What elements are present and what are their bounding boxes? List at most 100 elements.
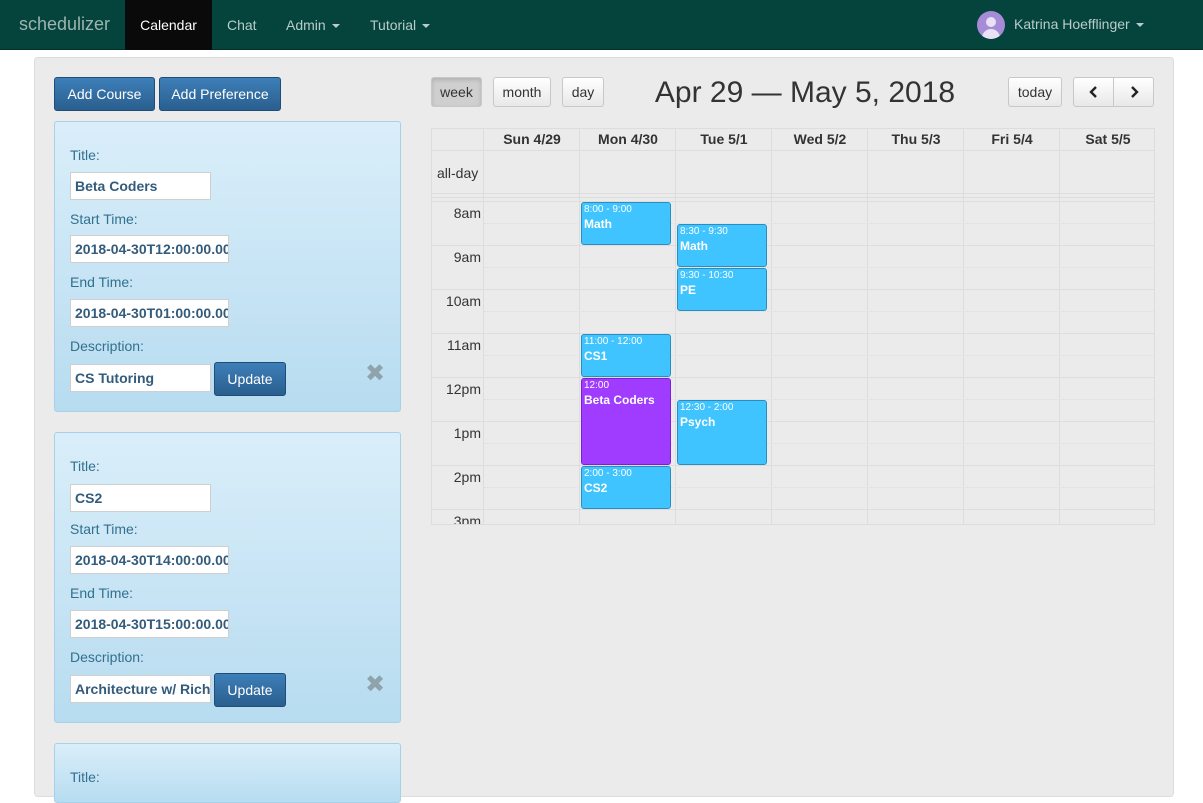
user-menu[interactable]: Katrina Hoefflinger bbox=[1014, 0, 1144, 50]
nav-chat[interactable]: Chat bbox=[227, 0, 257, 50]
half-hour-line bbox=[484, 267, 1154, 268]
avatar-head bbox=[986, 17, 996, 27]
chevron-left-icon[interactable] bbox=[1073, 77, 1114, 107]
brand-logo[interactable]: schedulizer bbox=[19, 14, 110, 35]
day-header: Sat 5/5 bbox=[1085, 131, 1131, 147]
nav-calendar[interactable]: Calendar bbox=[125, 0, 212, 50]
title-label: Title: bbox=[70, 147, 100, 163]
start-time-label: Start Time: bbox=[70, 211, 138, 227]
today-button[interactable]: today bbox=[1008, 77, 1062, 107]
grid-line bbox=[432, 197, 1154, 198]
event-title: Beta Coders bbox=[584, 393, 655, 407]
all-day-label: all-day bbox=[437, 165, 479, 181]
end-time-input[interactable]: 2018-04-30T15:00:00.000 bbox=[70, 610, 229, 638]
event-title: Psych bbox=[680, 415, 716, 429]
title-input[interactable]: Beta Coders bbox=[70, 172, 211, 200]
time-label: 3pm bbox=[453, 513, 481, 525]
grid-line bbox=[432, 193, 1154, 194]
start-time-input[interactable]: 2018-04-30T14:00:00.000 bbox=[70, 546, 229, 574]
hour-line bbox=[432, 333, 1154, 334]
grid-line bbox=[432, 150, 1154, 151]
start-time-input[interactable]: 2018-04-30T12:00:00.000 bbox=[70, 235, 229, 263]
event-title: PE bbox=[680, 283, 697, 297]
time-label: 9am bbox=[453, 249, 481, 265]
time-label: 12pm bbox=[445, 381, 481, 397]
end-time-input[interactable]: 2018-04-30T01:00:00.000 bbox=[70, 299, 229, 327]
update-button[interactable]: Update bbox=[214, 362, 286, 396]
view-day-button[interactable]: day bbox=[562, 77, 604, 107]
hour-line bbox=[432, 465, 1154, 466]
calendar-title: Apr 29 — May 5, 2018 bbox=[654, 76, 956, 109]
nav-tutorial-label: Tutorial bbox=[370, 17, 417, 33]
event-time: 9:30 - 10:30 bbox=[680, 270, 734, 281]
time-label: 2pm bbox=[453, 469, 481, 485]
event-title: Math bbox=[584, 217, 612, 231]
caret-down-icon bbox=[1135, 23, 1144, 28]
nav-admin-label: Admin bbox=[286, 17, 326, 33]
top-navbar: schedulizer Calendar Chat Admin Tutorial… bbox=[0, 0, 1203, 50]
calendar-event[interactable]: 9:30 - 10:30 PE bbox=[677, 268, 767, 311]
event-time: 12:30 - 2:00 bbox=[680, 402, 734, 413]
week-calendar-grid: all-day Sun 4/29 Mon 4/30 Tue 5/1 Wed 5/2 Th… bbox=[431, 128, 1155, 525]
calendar-event[interactable]: 11:00 - 12:00 CS1 bbox=[581, 334, 671, 377]
day-header: Sun 4/29 bbox=[503, 131, 561, 147]
time-label: 10am bbox=[445, 293, 481, 309]
user-name: Katrina Hoefflinger bbox=[1014, 16, 1130, 32]
calendar-event[interactable]: 12:00 Beta Coders bbox=[581, 378, 671, 465]
day-header: Fri 5/4 bbox=[991, 131, 1033, 147]
day-header: Mon 4/30 bbox=[598, 131, 658, 147]
day-header: Thu 5/3 bbox=[891, 131, 941, 147]
description-label: Description: bbox=[70, 649, 144, 665]
description-input[interactable]: Architecture w/ Rich bbox=[70, 675, 211, 703]
hour-line bbox=[432, 421, 1154, 422]
close-icon[interactable]: ✖ bbox=[364, 673, 386, 697]
add-course-button[interactable]: Add Course bbox=[54, 77, 155, 111]
hour-line bbox=[432, 201, 1154, 202]
time-label: 1pm bbox=[453, 425, 481, 441]
preference-card: Title: Beta Coders Start Time: 2018-04-3… bbox=[54, 121, 401, 412]
end-time-label: End Time: bbox=[70, 585, 134, 601]
event-title: Math bbox=[680, 239, 708, 253]
start-time-label: Start Time: bbox=[70, 521, 138, 537]
hour-line bbox=[432, 377, 1154, 378]
view-week-button[interactable]: week bbox=[431, 77, 482, 107]
caret-down-icon bbox=[422, 24, 431, 29]
calendar-event[interactable]: 12:30 - 2:00 Psych bbox=[677, 400, 767, 465]
event-time: 12:00 bbox=[584, 380, 610, 391]
event-title: CS2 bbox=[584, 481, 608, 495]
time-label: 8am bbox=[453, 205, 481, 221]
preference-card: Title: bbox=[54, 743, 401, 803]
add-preference-button[interactable]: Add Preference bbox=[159, 77, 281, 111]
title-input[interactable]: CS2 bbox=[70, 484, 211, 512]
calendar-event[interactable]: 8:30 - 9:30 Math bbox=[677, 224, 767, 267]
event-title: CS1 bbox=[584, 349, 608, 363]
nav-tutorial[interactable]: Tutorial bbox=[370, 0, 431, 50]
caret-down-icon bbox=[331, 24, 340, 29]
hour-line bbox=[432, 245, 1154, 246]
calendar-event[interactable]: 2:00 - 3:00 CS2 bbox=[581, 466, 671, 509]
preference-card: Title: CS2 Start Time: 2018-04-30T14:00:… bbox=[54, 432, 401, 723]
hour-line bbox=[432, 289, 1154, 290]
event-time: 2:00 - 3:00 bbox=[584, 468, 632, 479]
update-button[interactable]: Update bbox=[214, 673, 286, 707]
event-time: 8:00 - 9:00 bbox=[584, 204, 632, 215]
view-month-button[interactable]: month bbox=[493, 77, 551, 107]
chevron-right-icon[interactable] bbox=[1113, 77, 1154, 107]
half-hour-line bbox=[484, 311, 1154, 312]
title-label: Title: bbox=[70, 769, 100, 785]
description-label: Description: bbox=[70, 338, 144, 354]
day-header: Tue 5/1 bbox=[700, 131, 748, 147]
description-input[interactable]: CS Tutoring bbox=[70, 364, 211, 392]
title-label: Title: bbox=[70, 458, 100, 474]
event-time: 11:00 - 12:00 bbox=[584, 336, 643, 347]
end-time-label: End Time: bbox=[70, 274, 134, 290]
day-header: Wed 5/2 bbox=[793, 131, 847, 147]
time-label: 11am bbox=[447, 337, 481, 353]
event-time: 8:30 - 9:30 bbox=[680, 226, 728, 237]
calendar-event[interactable]: 8:00 - 9:00 Math bbox=[581, 202, 671, 245]
hour-line bbox=[432, 509, 1154, 510]
user-avatar-icon[interactable] bbox=[977, 11, 1005, 39]
close-icon[interactable]: ✖ bbox=[364, 362, 386, 386]
avatar-body bbox=[982, 29, 1000, 39]
nav-admin[interactable]: Admin bbox=[286, 0, 340, 50]
